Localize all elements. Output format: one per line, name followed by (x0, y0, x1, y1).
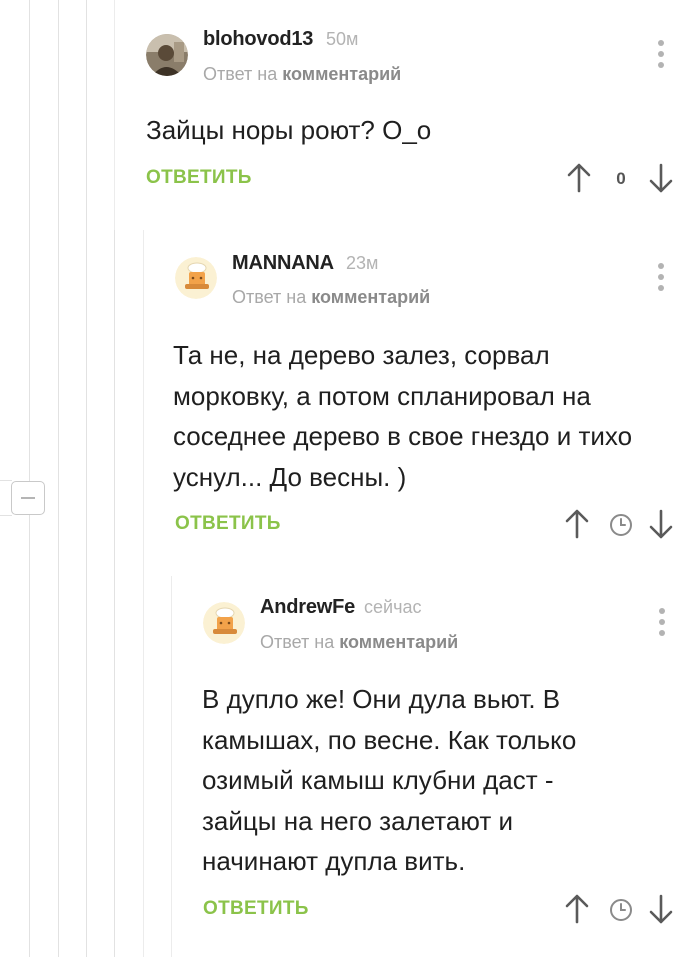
reply-to-line: Ответ на комментарий (203, 64, 401, 85)
reply-button[interactable]: ОТВЕТИТЬ (203, 898, 309, 920)
comment-time: 23м (346, 253, 379, 273)
comment-text: В дупло же! Они дула вьют. В камышах, по… (202, 684, 577, 876)
reply-button[interactable]: ОТВЕТИТЬ (175, 513, 281, 535)
upvote-icon[interactable] (567, 163, 591, 193)
reply-to-comment-link[interactable]: комментарий (311, 287, 430, 307)
clock-icon (610, 899, 632, 921)
comment-time: сейчас (364, 597, 422, 617)
username[interactable]: MANNANA (232, 252, 334, 275)
username[interactable]: AndrewFe (260, 596, 355, 619)
reply-to-comment-link[interactable]: комментарий (339, 632, 458, 652)
more-options-icon[interactable] (656, 263, 666, 293)
collapse-thread-button[interactable] (11, 481, 45, 515)
avatar[interactable] (175, 257, 217, 299)
upvote-icon[interactable] (565, 894, 589, 924)
more-options-icon[interactable] (657, 608, 667, 638)
avatar[interactable] (203, 602, 245, 644)
reply-prefix: Ответ на (203, 64, 278, 84)
upvote-icon[interactable] (565, 509, 589, 539)
avatar[interactable] (146, 34, 188, 76)
comment-text: Зайцы норы роют? О_о (146, 115, 432, 145)
thread-line-3 (86, 0, 87, 957)
comment-thread-line (171, 576, 172, 957)
comment-thread-line (143, 230, 144, 957)
downvote-icon[interactable] (649, 894, 673, 924)
rating-score: 0 (616, 169, 626, 188)
downvote-icon[interactable] (649, 163, 673, 193)
comment-time: 50м (326, 29, 359, 49)
reply-prefix: Ответ на (260, 632, 335, 652)
reply-button[interactable]: ОТВЕТИТЬ (146, 167, 252, 189)
more-options-icon[interactable] (656, 40, 666, 70)
comment-text: Та не, на дерево залез, сорвал морковку,… (173, 340, 633, 492)
comment: blohovod13 50м Ответ на комментарий Зайц… (114, 0, 700, 230)
downvote-icon[interactable] (649, 509, 673, 539)
thread-connector (0, 480, 12, 481)
comment: MANNANA 23м Ответ на комментарий Та не, … (143, 230, 700, 957)
thread-connector (0, 515, 12, 516)
reply-to-comment-link[interactable]: комментарий (282, 64, 401, 84)
comment-thread-line (114, 0, 115, 230)
clock-icon (610, 514, 632, 536)
comment: AndrewFe сейчас Ответ на комментарий В д… (171, 576, 700, 957)
reply-prefix: Ответ на (232, 287, 307, 307)
username[interactable]: blohovod13 (203, 28, 313, 51)
thread-line-1 (29, 0, 30, 957)
thread-line-2 (58, 0, 59, 957)
reply-to-line: Ответ на комментарий (232, 287, 430, 308)
reply-to-line: Ответ на комментарий (260, 632, 458, 653)
